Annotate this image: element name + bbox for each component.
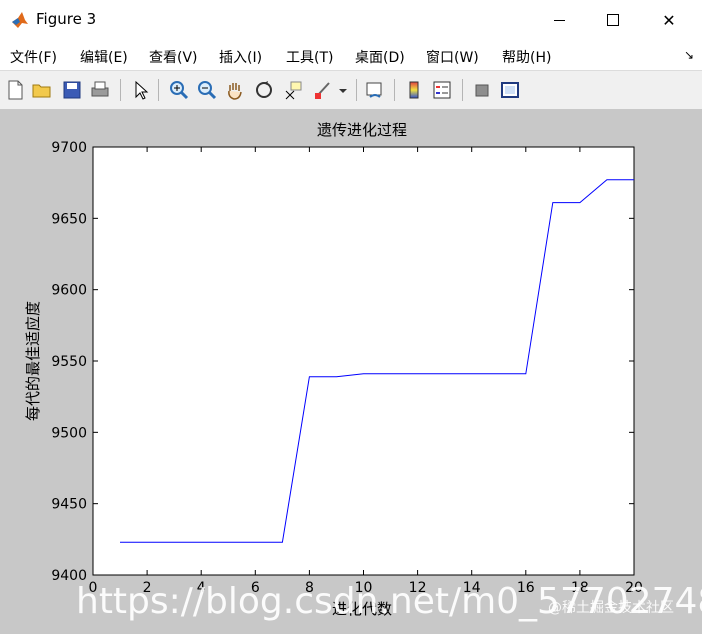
open-file-icon[interactable] (31, 79, 53, 101)
y-tick-label: 9600 (51, 283, 87, 299)
menu-insert[interactable]: 插入(I) (219, 47, 262, 67)
pointer-icon[interactable] (130, 79, 152, 101)
new-figure-icon[interactable] (4, 79, 26, 101)
y-tick-label: 9550 (51, 354, 87, 370)
toolbar-separator (394, 79, 395, 101)
print-icon[interactable] (89, 79, 111, 101)
y-tick-label: 9700 (51, 140, 87, 156)
toolbar-separator (462, 79, 463, 101)
menu-help[interactable]: 帮助(H) (502, 47, 551, 67)
maximize-icon (607, 14, 619, 26)
zoom-in-icon[interactable] (168, 79, 190, 101)
toolbar-separator (158, 79, 159, 101)
legend-icon[interactable] (431, 79, 453, 101)
minimize-icon (553, 19, 565, 21)
pan-hand-icon[interactable] (224, 79, 246, 101)
zoom-out-icon[interactable] (196, 79, 218, 101)
hide-plot-tools-icon[interactable] (471, 79, 493, 101)
menu-file[interactable]: 文件(F) (10, 47, 57, 67)
menu-window[interactable]: 窗口(W) (426, 47, 479, 67)
figure-canvas: 9400 9450 9500 9550 9600 9650 9700 0 2 4 6 8 10 12 14… (0, 109, 702, 634)
link-plot-icon[interactable] (364, 79, 386, 101)
menu-bar: 文件(F) 编辑(E) 查看(V) 插入(I) 工具(T) 桌面(D) 窗口(W… (0, 40, 702, 70)
close-icon: ✕ (662, 10, 676, 30)
y-axis-label: 每代的最佳适应度 (24, 301, 42, 421)
window-title-bar[interactable]: Figure 3 ✕ (0, 0, 702, 40)
line-chart[interactable]: 9400945095009550960096509700 0 2 4 6 8 10 12 14… (0, 109, 702, 634)
brush-dropdown-icon[interactable] (336, 79, 350, 101)
maximize-button[interactable] (590, 0, 636, 40)
brush-icon[interactable] (312, 79, 334, 101)
y-tick-label: 9650 (51, 211, 87, 227)
toolbar-separator (120, 79, 121, 101)
data-cursor-icon[interactable] (282, 79, 304, 101)
menu-desktop[interactable]: 桌面(D) (355, 47, 405, 67)
menu-edit[interactable]: 编辑(E) (80, 47, 128, 67)
toolbar-separator (356, 79, 357, 101)
close-button[interactable]: ✕ (646, 0, 692, 40)
save-icon[interactable] (61, 79, 83, 101)
menu-tools[interactable]: 工具(T) (286, 47, 333, 67)
axes-background (92, 146, 635, 576)
window-title: Figure 3 (36, 10, 97, 28)
show-plot-tools-icon[interactable] (499, 79, 521, 101)
minimize-button[interactable] (536, 0, 582, 40)
matlab-logo-icon (12, 12, 28, 28)
y-tick-label: 9500 (51, 425, 87, 441)
colorbar-icon[interactable] (403, 79, 425, 101)
figure-toolbar (0, 70, 702, 110)
watermark-site: @稀土掘金技术社区 (548, 600, 674, 616)
menu-overflow-icon[interactable]: ↘ (684, 48, 694, 62)
rotate-3d-icon[interactable] (253, 79, 275, 101)
y-tick-label: 9450 (51, 497, 87, 513)
menu-view[interactable]: 查看(V) (149, 47, 198, 67)
chart-title: 遗传进化过程 (317, 121, 407, 139)
